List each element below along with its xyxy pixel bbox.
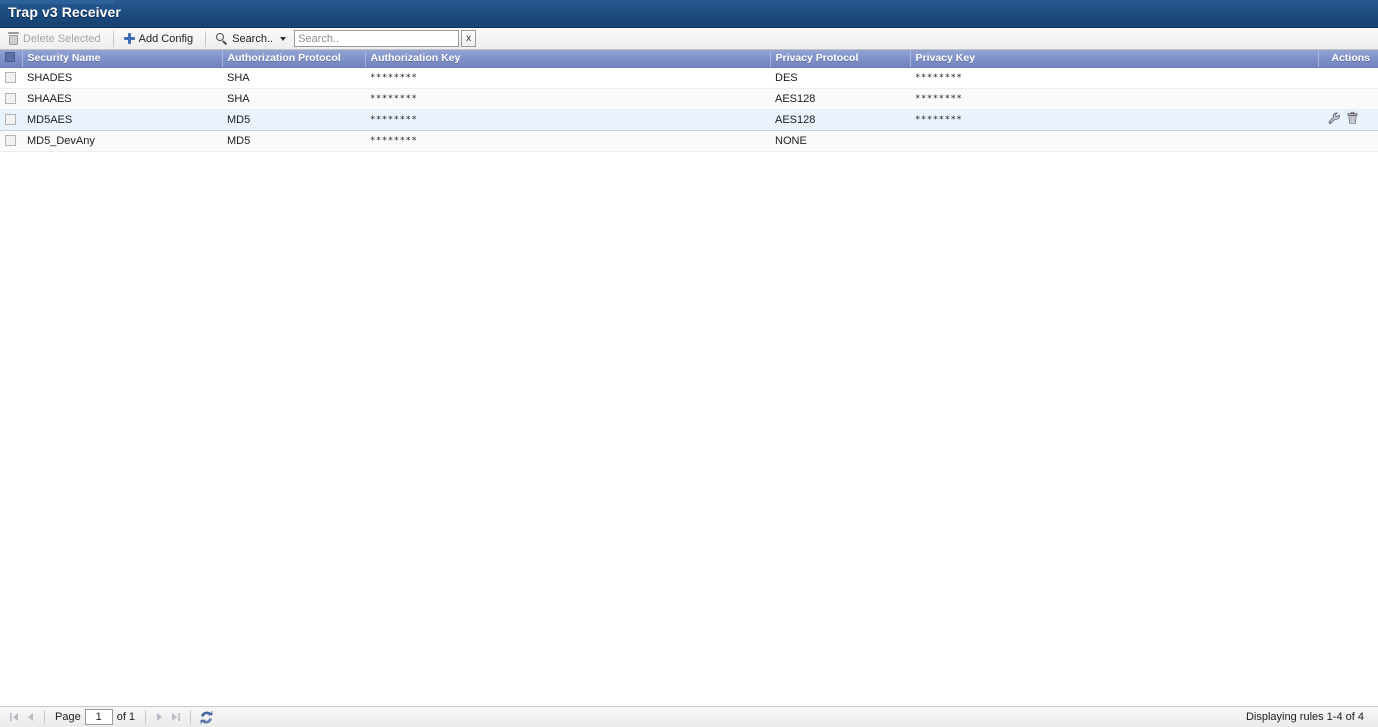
refresh-button[interactable] [197, 710, 214, 725]
search-menu-button[interactable]: Search.. [212, 30, 292, 48]
cell-privacy-key [910, 130, 1318, 152]
column-header-select-all[interactable] [0, 50, 23, 68]
delete-icon[interactable] [1346, 111, 1359, 125]
masked-value: ******** [370, 135, 418, 146]
row-select-cell[interactable] [0, 67, 22, 89]
cell-privacy-key: ******** [910, 108, 1318, 131]
last-page-button[interactable] [168, 709, 184, 725]
search-clear-button[interactable]: x [461, 30, 477, 47]
masked-value: ******** [915, 72, 963, 83]
previous-page-button[interactable] [22, 709, 38, 725]
cell-privacy-protocol: AES128 [770, 108, 910, 131]
masked-value: ******** [370, 72, 418, 83]
page-label: Page [55, 711, 81, 723]
column-header-privacy-key[interactable]: Privacy Key [910, 50, 1319, 68]
cell-security-name: SHADES [22, 67, 222, 89]
first-page-button[interactable] [6, 709, 22, 725]
cell-security-name: MD5_DevAny [22, 130, 222, 152]
table-row[interactable]: MD5AES MD5 ******** AES128 ******** [0, 108, 1378, 131]
grid-toolbar: Delete Selected Add Config Search.. x [0, 28, 1378, 50]
grid-pager: Page of 1 Displaying rules 1-4 of 4 [0, 706, 1378, 727]
table-row[interactable]: SHADES SHA ******** DES ******** [0, 67, 1378, 89]
cell-privacy-protocol: DES [770, 67, 910, 89]
trash-icon [8, 32, 19, 45]
window-title-bar: Trap v3 Receiver [0, 0, 1378, 28]
rules-table: Security Name Authorization Protocol Aut… [0, 50, 1378, 152]
row-select-cell[interactable] [0, 108, 22, 131]
masked-value: ******** [370, 93, 418, 104]
row-checkbox[interactable] [5, 92, 16, 104]
cell-authorization-key: ******** [365, 108, 770, 131]
search-input[interactable] [294, 30, 460, 47]
plus-icon [123, 33, 135, 44]
table-header-row: Security Name Authorization Protocol Aut… [0, 50, 1378, 68]
table-row[interactable]: SHAAES SHA ******** AES128 ******** [0, 88, 1378, 110]
search-box: x [294, 30, 477, 47]
masked-value: ******** [915, 114, 963, 125]
row-checkbox[interactable] [5, 71, 16, 83]
table-header: Security Name Authorization Protocol Aut… [0, 50, 1378, 68]
cell-authorization-protocol: SHA [222, 88, 365, 110]
cell-authorization-key: ******** [365, 88, 770, 110]
add-config-label: Add Config [138, 32, 194, 45]
cell-security-name: SHAAES [22, 88, 222, 110]
search-icon [216, 32, 228, 45]
row-checkbox[interactable] [5, 134, 16, 146]
page-title: Trap v3 Receiver [8, 4, 121, 20]
cell-privacy-protocol: AES128 [770, 88, 910, 110]
cell-authorization-key: ******** [365, 67, 770, 89]
cell-authorization-protocol: SHA [222, 67, 365, 89]
row-select-cell[interactable] [0, 130, 22, 152]
pager-separator-2 [145, 710, 147, 724]
cell-privacy-key: ******** [910, 67, 1318, 89]
row-checkbox[interactable] [5, 113, 16, 125]
column-header-privacy-protocol[interactable]: Privacy Protocol [770, 50, 911, 68]
delete-selected-button[interactable]: Delete Selected [4, 30, 107, 48]
previous-page-icon [28, 713, 33, 721]
last-page-icon [172, 713, 181, 721]
chevron-down-icon [280, 36, 287, 41]
search-menu-label: Search.. [232, 32, 274, 45]
cell-actions [1318, 108, 1378, 131]
table-body: SHADES SHA ******** DES ******** SHAAES … [0, 67, 1378, 152]
column-header-authorization-protocol[interactable]: Authorization Protocol [222, 50, 366, 68]
delete-selected-label: Delete Selected [23, 32, 101, 45]
add-config-button[interactable]: Add Config [120, 30, 199, 48]
pager-status-label: Displaying rules 1-4 of 4 [1245, 711, 1364, 723]
edit-icon[interactable] [1328, 112, 1341, 125]
page-total-label: of 1 [116, 711, 136, 723]
toolbar-separator-1 [112, 30, 114, 47]
pager-separator-1 [44, 710, 45, 724]
table-row[interactable]: MD5_DevAny MD5 ******** NONE [0, 130, 1378, 152]
cell-actions [1318, 67, 1378, 89]
cell-actions [1318, 130, 1378, 152]
column-header-authorization-key[interactable]: Authorization Key [365, 50, 771, 68]
cell-authorization-protocol: MD5 [222, 130, 365, 152]
row-action-buttons [1328, 111, 1359, 125]
masked-value: ******** [370, 114, 418, 125]
pager-separator-3 [190, 710, 192, 724]
next-page-button[interactable] [152, 709, 168, 725]
trap-v3-receiver-window: Trap v3 Receiver Delete Selected Add Con… [0, 0, 1378, 727]
refresh-icon [200, 710, 213, 724]
next-page-icon [157, 713, 163, 721]
masked-value: ******** [915, 93, 963, 104]
page-number-input[interactable] [84, 709, 113, 725]
cell-authorization-protocol: MD5 [222, 108, 365, 131]
cell-security-name: MD5AES [22, 108, 222, 131]
cell-privacy-key: ******** [910, 88, 1318, 110]
first-page-icon [10, 713, 18, 721]
row-select-cell[interactable] [0, 88, 22, 110]
column-header-actions: Actions [1318, 50, 1378, 68]
select-all-checkbox[interactable] [5, 52, 15, 63]
cell-authorization-key: ******** [365, 130, 770, 152]
cell-privacy-protocol: NONE [770, 130, 910, 152]
toolbar-separator-2 [205, 30, 207, 47]
cell-actions [1318, 88, 1378, 110]
column-header-security-name[interactable]: Security Name [22, 50, 223, 68]
rules-grid: Security Name Authorization Protocol Aut… [0, 50, 1378, 706]
